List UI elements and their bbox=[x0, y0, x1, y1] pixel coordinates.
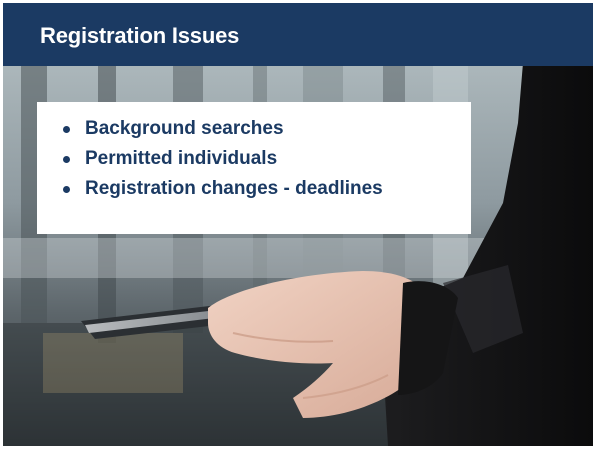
bullet-text: Permitted individuals bbox=[85, 148, 278, 169]
bullet-dot-icon bbox=[63, 126, 70, 133]
bullet-dot-icon bbox=[63, 156, 70, 163]
bullet-item: Permitted individuals bbox=[63, 144, 471, 174]
bullet-list: Background searches Permitted individual… bbox=[63, 114, 471, 204]
title-bar: Registration Issues bbox=[3, 3, 593, 66]
bullet-dot-icon bbox=[63, 186, 70, 193]
bullet-text: Registration changes - deadlines bbox=[85, 178, 383, 199]
slide-title: Registration Issues bbox=[40, 23, 240, 48]
slide: Registration Issues Background searches … bbox=[3, 3, 593, 446]
bullet-item: Background searches bbox=[63, 114, 471, 144]
bullet-item: Registration changes - deadlines bbox=[63, 174, 471, 204]
bullet-text: Background searches bbox=[85, 118, 284, 139]
bullet-box: Background searches Permitted individual… bbox=[37, 102, 471, 234]
